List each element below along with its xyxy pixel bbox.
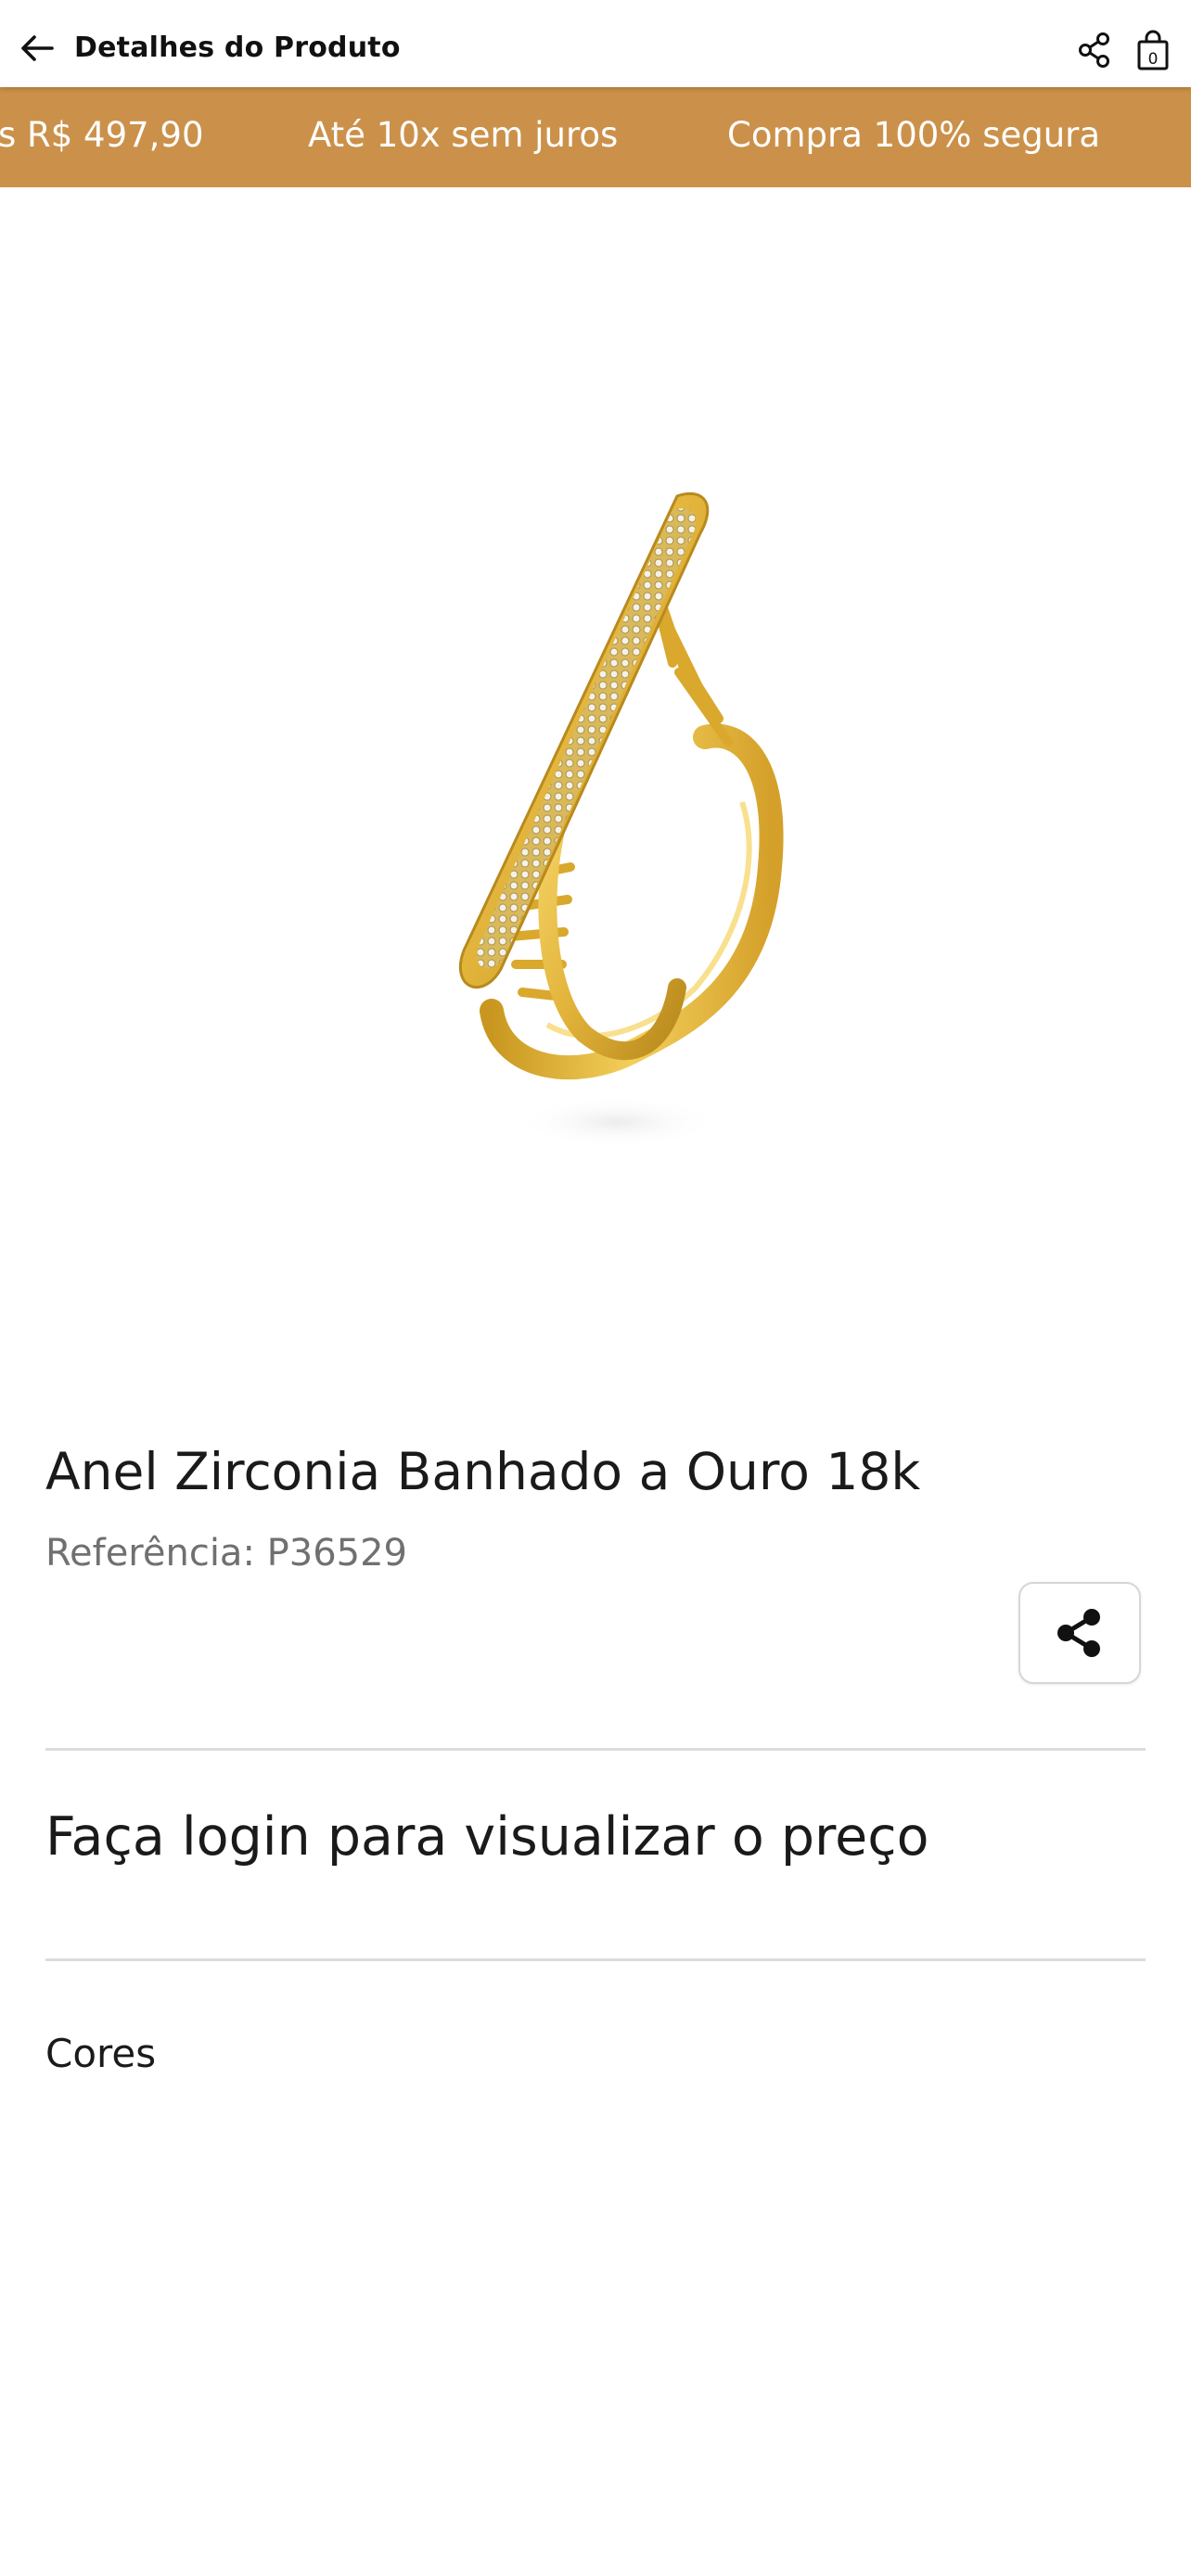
product-title: Anel Zirconia Banhado a Ouro 18k [45,1442,921,1501]
promo-secure-text: Compra 100% segura [727,115,1101,155]
product-image[interactable] [352,468,798,1164]
arrow-left-icon [21,35,54,61]
ring-illustration [458,491,784,1148]
cart-count: 0 [1148,50,1159,69]
share-icon [1057,1609,1100,1657]
login-to-view-price[interactable]: Faça login para visualizar o preço [45,1806,928,1868]
product-reference: Referência: P36529 [45,1532,407,1575]
colors-heading: Cores [45,2031,157,2076]
promo-price-text: s R$ 497,90 [0,115,204,155]
back-button[interactable] [13,24,61,72]
share-product-button[interactable] [1018,1582,1141,1684]
divider [45,1748,1146,1751]
share-button[interactable] [1072,28,1117,72]
app-bar: Detalhes do Produto 0 [0,0,1191,87]
shopping-bag-icon: 0 [1137,30,1169,70]
divider [45,1958,1146,1961]
cart-button[interactable]: 0 [1130,26,1176,74]
promo-installments-text: Até 10x sem juros [308,115,619,155]
share-icon [1079,32,1109,68]
promo-banner: s R$ 497,90 Até 10x sem juros Compra 100… [0,87,1191,187]
page-title: Detalhes do Produto [74,32,401,64]
